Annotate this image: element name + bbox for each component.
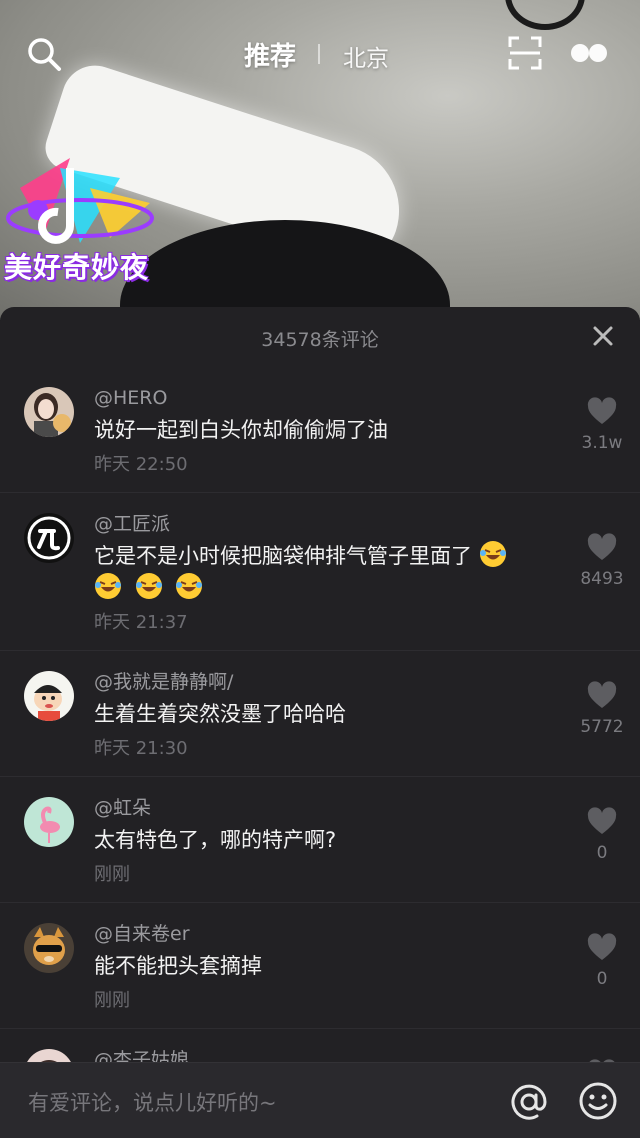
comment-time: 刚刚 bbox=[94, 864, 130, 885]
comment-username[interactable]: @工匠派 bbox=[94, 511, 640, 537]
like-count: 8493 bbox=[580, 569, 624, 589]
comment-time: 昨天 21:37 bbox=[94, 612, 188, 633]
search-icon[interactable] bbox=[26, 36, 62, 72]
comment-text: 能不能把头套摘掉 bbox=[94, 954, 262, 978]
scan-icon[interactable] bbox=[508, 36, 542, 70]
comment-username[interactable]: @虹朵 bbox=[94, 795, 640, 821]
laugh-cry-emoji-icon bbox=[479, 541, 506, 567]
tab-city[interactable]: 北京 bbox=[343, 39, 389, 73]
comments-count-title: 34578条评论 bbox=[261, 329, 379, 351]
comment-item[interactable]: @我就是静静啊/ 生着生着突然没墨了哈哈哈 昨天 21:30 5772 bbox=[0, 651, 640, 777]
comment-item[interactable]: @虹朵 太有特色了，哪的特产啊? 刚刚 0 bbox=[0, 777, 640, 903]
comment-item[interactable]: @自来卷er 能不能把头套摘掉 刚刚 0 bbox=[0, 903, 640, 1029]
tab-divider bbox=[318, 44, 320, 64]
laugh-cry-emoji-icon bbox=[95, 573, 121, 599]
like-button[interactable]: 0 bbox=[572, 933, 632, 989]
live-dots-icon[interactable] bbox=[570, 42, 608, 64]
like-button[interactable]: 5772 bbox=[572, 681, 632, 737]
top-bar: 推荐 北京 bbox=[0, 0, 640, 110]
tab-recommend[interactable]: 推荐 bbox=[244, 36, 296, 73]
heart-icon[interactable] bbox=[587, 533, 617, 561]
comment-text: 它是不是小时候把脑袋伸排气管子里面了 bbox=[94, 540, 640, 604]
emoji-icon[interactable] bbox=[578, 1081, 618, 1121]
heart-icon[interactable] bbox=[587, 681, 617, 709]
black-cat-image bbox=[120, 220, 450, 320]
comment-input[interactable]: 有爱评论，说点儿好听的~ bbox=[28, 1087, 277, 1117]
cartoon-avatar[interactable] bbox=[24, 671, 74, 721]
comment-username[interactable]: @自来卷er bbox=[94, 921, 640, 947]
comment-time: 刚刚 bbox=[94, 990, 130, 1011]
like-count: 0 bbox=[596, 969, 608, 989]
heart-icon[interactable] bbox=[587, 807, 617, 835]
like-count: 3.1w bbox=[581, 433, 623, 453]
comment-username[interactable]: @杏子姑娘 bbox=[94, 1047, 640, 1062]
comment-list[interactable]: @HERO 说好一起到白头你却偷偷焗了油 昨天 22:50 3.1w @工匠派 … bbox=[0, 367, 640, 1062]
like-count: 0 bbox=[596, 843, 608, 863]
girl-avatar[interactable] bbox=[24, 387, 74, 437]
comment-username[interactable]: @HERO bbox=[94, 385, 640, 411]
comment-item[interactable]: @HERO 说好一起到白头你却偷偷焗了油 昨天 22:50 3.1w bbox=[0, 367, 640, 493]
comment-text-body: 它是不是小时候把脑袋伸排气管子里面了 bbox=[94, 544, 472, 568]
logo-avatar[interactable] bbox=[24, 513, 74, 563]
like-button[interactable]: 8493 bbox=[572, 533, 632, 589]
laugh-cry-emoji-icon bbox=[176, 573, 203, 599]
heart-icon[interactable] bbox=[587, 397, 617, 425]
comment-input-bar[interactable]: 有爱评论，说点儿好听的~ bbox=[0, 1062, 640, 1138]
comment-time: 昨天 22:50 bbox=[94, 454, 188, 475]
like-count: 5772 bbox=[580, 717, 624, 737]
comment-item[interactable]: @工匠派 它是不是小时候把脑袋伸排气管子里面了 昨天 21:37 8493 bbox=[0, 493, 640, 651]
flamingo-avatar[interactable] bbox=[24, 797, 74, 847]
logo-text: 美好奇妙夜 bbox=[4, 251, 150, 284]
comment-text: 太有特色了，哪的特产啊? bbox=[94, 828, 337, 852]
comment-time: 昨天 21:30 bbox=[94, 738, 188, 759]
comment-text: 生着生着突然没墨了哈哈哈 bbox=[94, 702, 346, 726]
comments-sheet: 34578条评论 @HERO 说好一起到白头你却偷偷焗了油 昨天 22:50 3… bbox=[0, 307, 640, 1138]
close-icon[interactable] bbox=[590, 323, 616, 349]
comment-username[interactable]: @我就是静静啊/ bbox=[94, 669, 640, 695]
comment-item[interactable]: @杏子姑娘 bbox=[0, 1029, 640, 1062]
at-mention-icon[interactable] bbox=[510, 1083, 548, 1121]
heart-icon[interactable] bbox=[587, 933, 617, 961]
like-button[interactable]: 0 bbox=[572, 807, 632, 863]
cat-avatar[interactable] bbox=[24, 923, 74, 973]
photo-avatar[interactable] bbox=[24, 1049, 74, 1062]
like-button[interactable]: 3.1w bbox=[572, 397, 632, 453]
laugh-cry-emoji-icon bbox=[135, 573, 162, 599]
comment-text: 说好一起到白头你却偷偷焗了油 bbox=[94, 418, 388, 442]
